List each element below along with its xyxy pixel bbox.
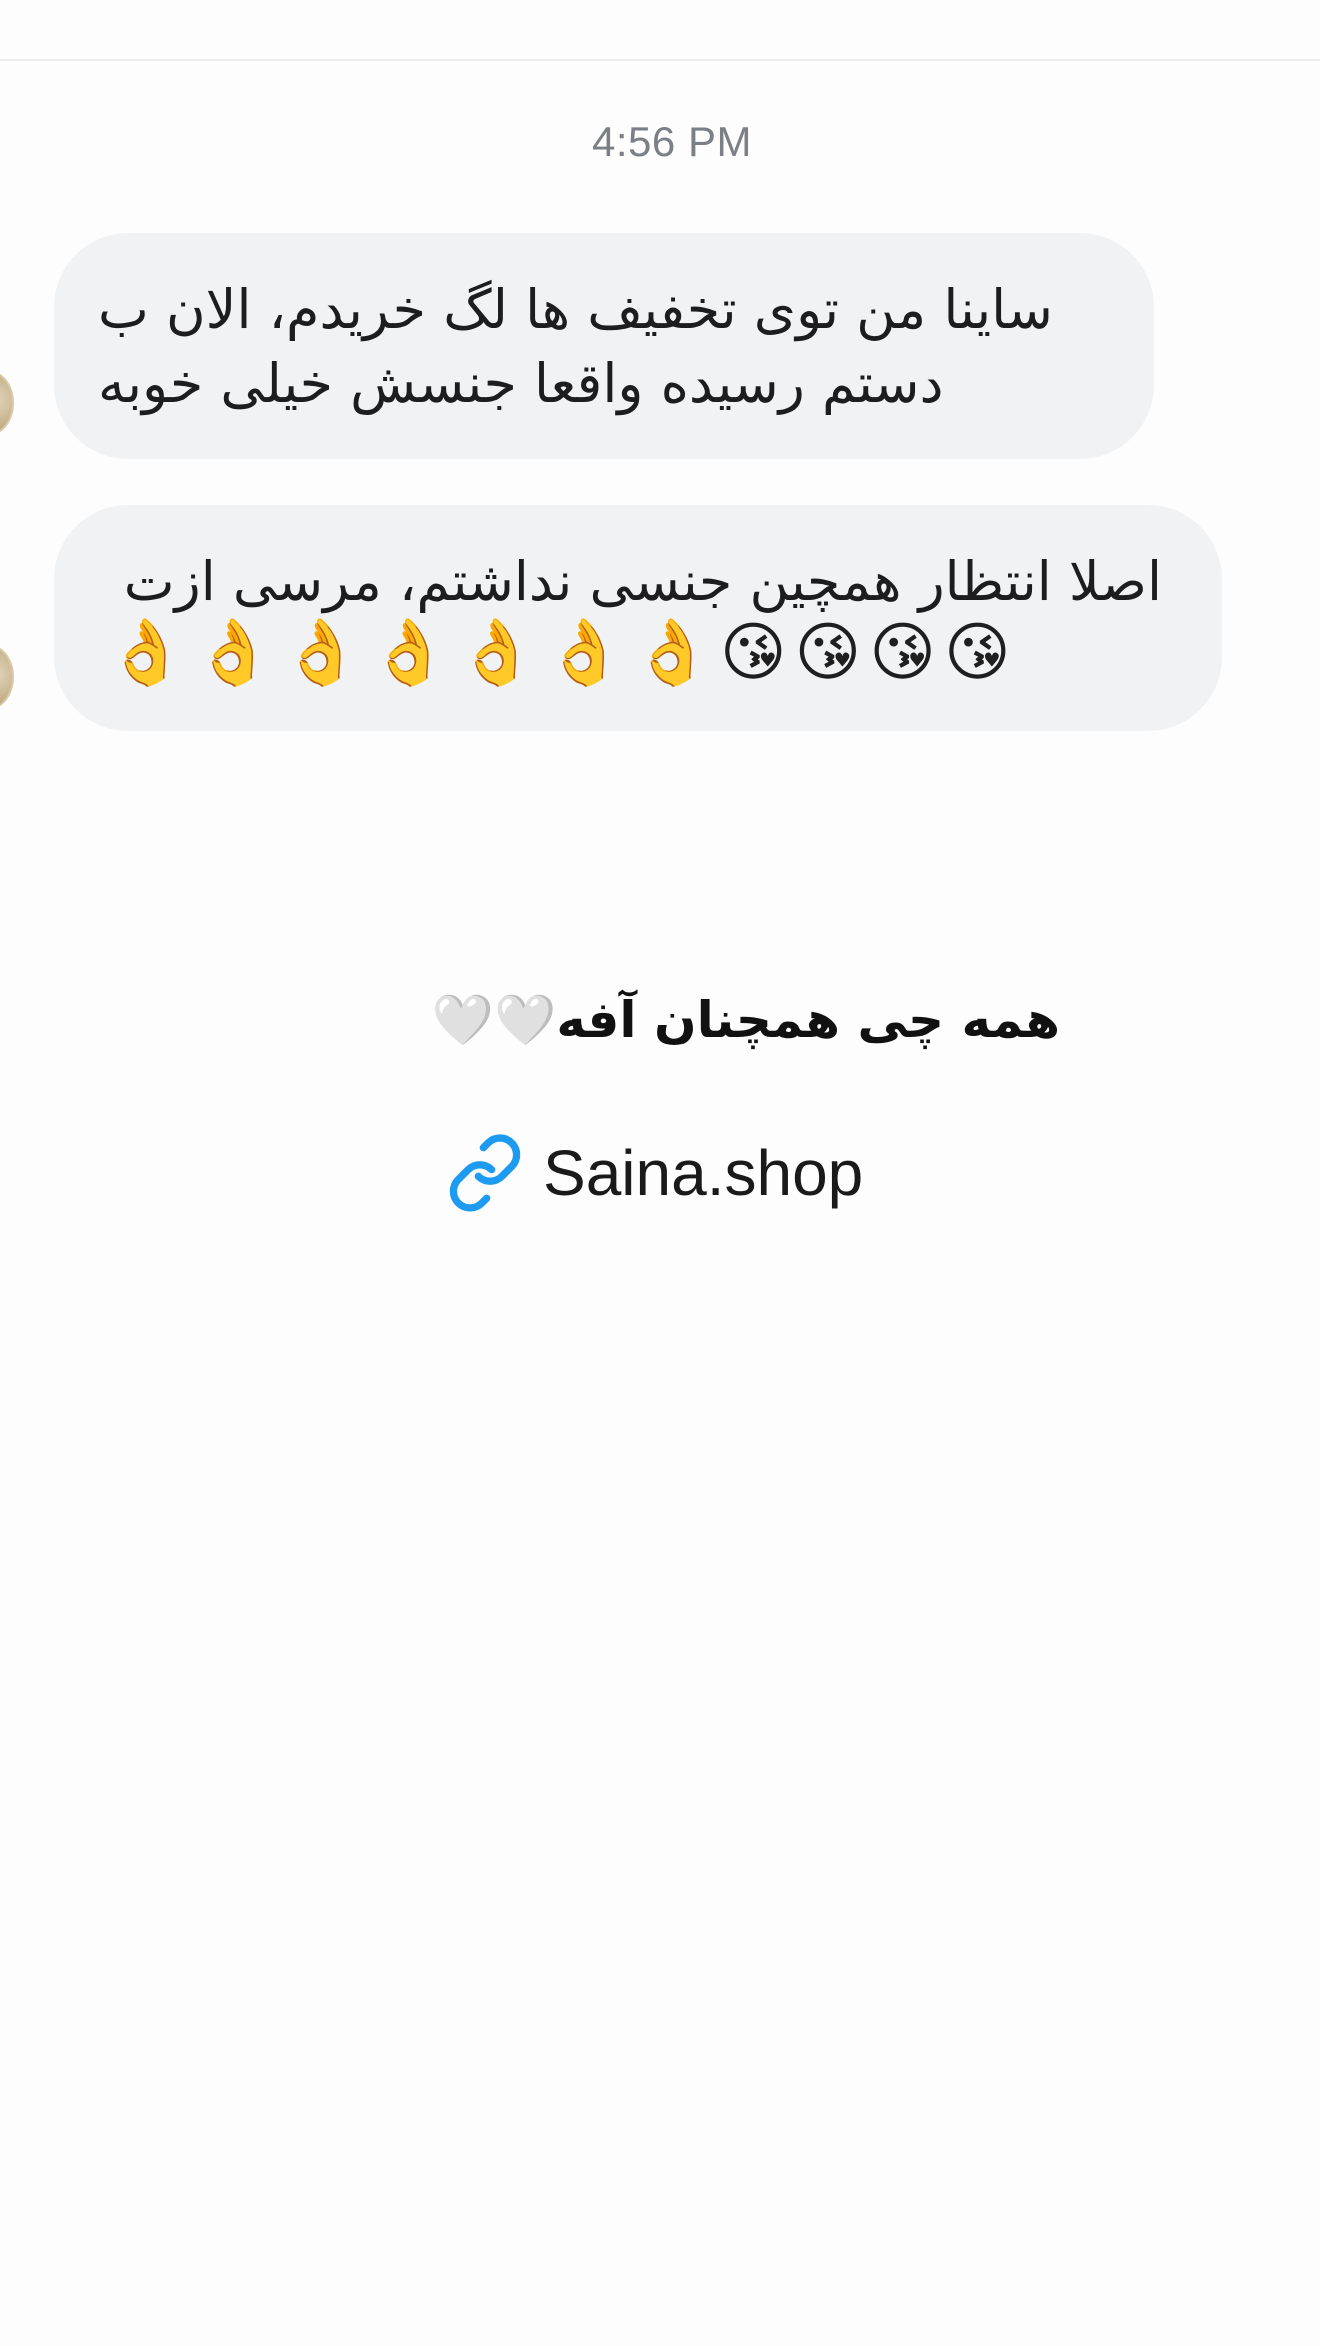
message-bubble[interactable]: اصلا انتظار همچین جنسی نداشتم، مرسی ازت … — [54, 505, 1222, 731]
message-emojis: 👌👌👌👌👌👌👌😘😘😘😘 — [106, 616, 1019, 690]
message-text: اصلا انتظار همچین جنسی نداشتم، مرسی ازت — [123, 550, 1162, 613]
message-timestamp: 4:56 PM — [592, 118, 752, 165]
caption-text: همه چی همچنان آفه🤍🤍 — [431, 991, 1060, 1049]
message-text: ساینا من توی تخفیف ها لگ خریدم، الان ب د… — [98, 278, 1053, 415]
shop-link-label[interactable]: Saina.shop — [543, 1136, 863, 1210]
message-bubble[interactable]: ساینا من توی تخفیف ها لگ خریدم، الان ب د… — [54, 233, 1154, 459]
sender-avatar[interactable] — [0, 371, 14, 435]
shop-link[interactable]: Saina.shop — [445, 1128, 863, 1218]
top-divider — [0, 59, 1320, 61]
link-icon — [445, 1133, 525, 1213]
sender-avatar[interactable] — [0, 645, 14, 709]
